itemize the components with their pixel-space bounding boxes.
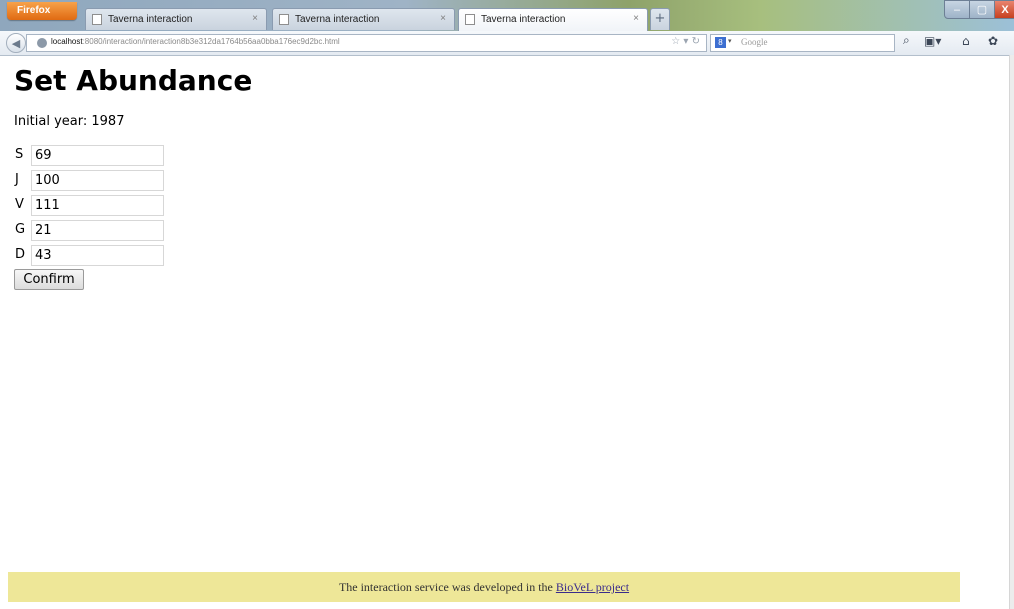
search-placeholder: Google	[741, 37, 768, 47]
label-v: V	[15, 197, 24, 212]
minimize-button[interactable]: –	[944, 0, 970, 19]
close-icon[interactable]: ×	[252, 13, 258, 24]
tab-2[interactable]: Taverna interaction ×	[272, 8, 455, 30]
abundance-j-field[interactable]	[31, 170, 164, 191]
site-identity-icon[interactable]	[37, 38, 47, 48]
footer-text: The interaction service was developed in…	[338, 580, 556, 594]
biovel-project-link[interactable]: BioVeL project	[556, 580, 629, 594]
page-menu-icon[interactable]: ▣▾	[924, 34, 941, 48]
search-input[interactable]: 8 ▾ Google	[710, 34, 895, 52]
url-bar[interactable]: localhost:8080/interaction/interaction8b…	[26, 34, 707, 52]
bookmark-star-icon[interactable]: ☆ ▾ ↻	[671, 36, 700, 47]
vertical-scrollbar[interactable]	[1009, 55, 1014, 609]
search-engine-icon[interactable]: 8	[715, 37, 726, 48]
addon-icon[interactable]: ✿	[988, 34, 998, 48]
tab-label: Taverna interaction	[108, 14, 193, 25]
label-j: J	[15, 172, 19, 187]
close-icon[interactable]: ×	[440, 13, 446, 24]
close-icon[interactable]: ×	[633, 13, 639, 24]
abundance-d-field[interactable]	[31, 245, 164, 266]
page-icon	[92, 14, 102, 25]
abundance-s-field[interactable]	[31, 145, 164, 166]
maximize-button[interactable]: ▢	[969, 0, 995, 19]
page-title: Set Abundance	[14, 64, 253, 97]
abundance-g-field[interactable]	[31, 220, 164, 241]
page-icon	[279, 14, 289, 25]
tab-1[interactable]: Taverna interaction ×	[85, 8, 267, 30]
tab-label: Taverna interaction	[481, 14, 566, 25]
label-d: D	[15, 247, 26, 262]
url-text[interactable]: localhost:8080/interaction/interaction8b…	[51, 37, 340, 46]
navigation-toolbar: ◀ localhost:8080/interaction/interaction…	[0, 31, 1014, 56]
firefox-menu-button[interactable]: Firefox	[7, 2, 77, 20]
home-icon[interactable]: ⌂	[962, 34, 970, 48]
footer: The interaction service was developed in…	[8, 572, 960, 602]
search-icon[interactable]: ⌕	[903, 33, 910, 48]
close-window-button[interactable]: X	[994, 0, 1014, 19]
label-s: S	[15, 147, 24, 162]
label-g: G	[15, 222, 26, 237]
url-path: :8080/interaction/interaction8b3e312da17…	[82, 37, 340, 46]
page-icon	[465, 14, 475, 25]
url-host: localhost	[51, 37, 83, 46]
confirm-button[interactable]: Confirm	[14, 269, 84, 290]
initial-year-text: Initial year: 1987	[14, 114, 125, 129]
chevron-down-icon[interactable]: ▾	[728, 37, 732, 45]
back-arrow-icon[interactable]: ◀	[6, 33, 26, 53]
new-tab-button[interactable]: +	[650, 8, 670, 30]
tab-3-active[interactable]: Taverna interaction ×	[458, 8, 648, 31]
window-titlebar: Firefox Taverna interaction × Taverna in…	[0, 0, 1014, 32]
tab-label: Taverna interaction	[295, 14, 380, 25]
abundance-v-field[interactable]	[31, 195, 164, 216]
